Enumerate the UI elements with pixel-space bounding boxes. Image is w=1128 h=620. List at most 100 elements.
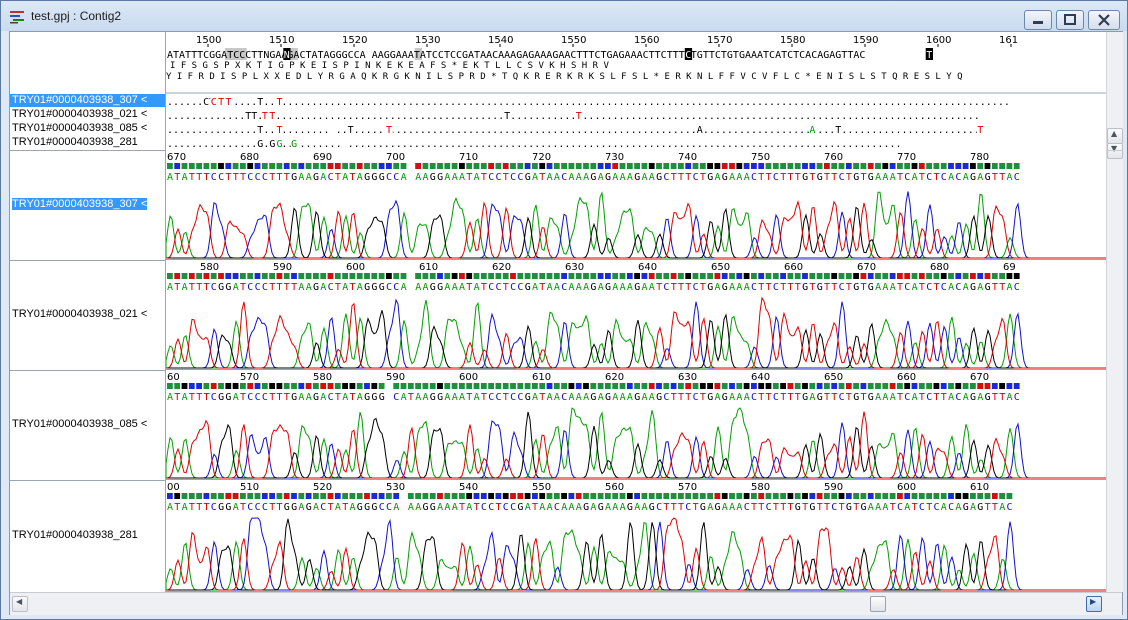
trace-curve-a (166, 407, 1106, 479)
read-row[interactable]: .............TT.........................… (166, 108, 1106, 122)
base-call: T (912, 502, 918, 513)
minimize-button[interactable] (1024, 10, 1052, 30)
trace-label[interactable]: TRY01#0000403938_307 < (10, 198, 165, 210)
quality-bar (459, 163, 465, 169)
quality-bar (247, 163, 254, 169)
chromatogram-trace[interactable]: 00 510 520 530 540 550 560 570 580 590 600 610A T A T T… (166, 480, 1106, 592)
quality-bar (721, 383, 728, 389)
quality-bar (510, 273, 516, 279)
base-call: T (934, 282, 940, 293)
consensus-highlight-base: N (284, 50, 290, 61)
maximize-button[interactable] (1056, 10, 1084, 30)
consensus-sequence[interactable]: ATATTTCGGATCCCTTNGAAGACTATAGGGCCA AAGGAA… (167, 50, 865, 61)
vertical-scrollbar[interactable]: ▲ ▼ (1106, 32, 1123, 592)
quality-bar (590, 383, 597, 389)
quality-bar (320, 493, 327, 499)
quality-bar (444, 493, 451, 499)
quality-bar (386, 273, 392, 279)
chromatogram-trace[interactable]: 670 680 690 700 710 720 730 740 750 760 770 780A T A T… (166, 150, 1106, 260)
read-row-label[interactable]: TRY01#0000403938_021 < (10, 108, 165, 121)
base-call: A (875, 502, 881, 513)
read-row-label[interactable]: TRY01#0000403938_085 < (10, 122, 165, 135)
base-call: T (240, 282, 246, 293)
read-row[interactable]: ...............G.G........... ..........… (166, 136, 1106, 150)
quality-bar (313, 383, 319, 389)
quality-bar (911, 383, 918, 389)
base-call: C (934, 502, 940, 513)
base-call: G (802, 282, 808, 293)
quality-bar (298, 273, 305, 279)
base-call: A (890, 392, 896, 403)
base-call: T (269, 172, 275, 183)
chromatogram-trace[interactable]: 580 590 600 610 620 630 640 650 660 670 680 69A T A T T… (166, 260, 1106, 370)
trace-ruler-label: 590 (273, 262, 292, 273)
close-button[interactable] (1088, 10, 1120, 30)
quality-bar (473, 383, 480, 389)
base-call: T (788, 172, 794, 183)
base-call: T (839, 502, 845, 513)
quality-bar (181, 163, 188, 169)
read-row[interactable]: ......CTT......T........................… (166, 94, 1106, 108)
base-call: T (897, 282, 903, 293)
quality-bar (911, 273, 918, 279)
base-call: C (663, 392, 669, 403)
quality-bar (334, 163, 341, 169)
base-call: A (1007, 172, 1013, 183)
alignment-pane[interactable]: 1500 1510 1520 1530 1540 1550 1560 1570 1580 1590… (166, 32, 1106, 592)
read-row[interactable]: ...............T........... ..T.........… (166, 122, 1106, 136)
scroll-down-button[interactable]: ▼ (1107, 143, 1123, 159)
base-call: T (671, 282, 677, 293)
base-call: A (233, 282, 239, 293)
scroll-right-button[interactable]: ▶ (1086, 596, 1102, 612)
base-call: T (269, 282, 275, 293)
base-call: C (517, 172, 523, 183)
read-row-label[interactable]: TRY01#0000403938_281 (10, 136, 165, 149)
quality-bar (546, 163, 553, 169)
trace-label[interactable]: TRY01#0000403938_281 (10, 529, 165, 541)
quality-bar (546, 273, 553, 279)
base-call: A (474, 282, 480, 293)
scroll-thumb[interactable] (870, 596, 886, 612)
quality-bar (721, 493, 728, 499)
quality-bar (605, 493, 611, 499)
trace-label-text: TRY01#0000403938_085 < (12, 418, 148, 430)
trace-label[interactable]: TRY01#0000403938_085 < (10, 418, 165, 430)
horizontal-scrollbar[interactable]: ◀ ▶ (10, 592, 1122, 615)
consensus-area[interactable]: 1500 1510 1520 1530 1540 1550 1560 1570 1580 1590… (166, 32, 1106, 94)
base-call: T (225, 172, 231, 183)
mismatch-base: A (809, 125, 815, 136)
quality-bar (882, 383, 889, 389)
scroll-up-button[interactable]: ▲ (1107, 128, 1123, 144)
base-call: T (284, 282, 290, 293)
base-call: T (999, 392, 1005, 403)
quality-bar (889, 493, 896, 499)
quality-bar (495, 273, 502, 279)
trace-ruler-label: 610 (419, 262, 438, 273)
quality-bar (218, 383, 224, 389)
base-call: G (379, 172, 385, 183)
trace-label[interactable]: TRY01#0000403938_021 < (10, 308, 165, 320)
quality-bar (634, 493, 640, 499)
read-row-label[interactable]: TRY01#0000403938_307 < (10, 94, 165, 107)
base-call: T (408, 392, 414, 403)
base-call: C (488, 282, 494, 293)
quality-bar (656, 383, 662, 389)
scroll-left-button[interactable]: ◀ (12, 596, 28, 612)
base-call: C (247, 502, 253, 513)
base-call: C (320, 502, 326, 513)
quality-bar (203, 383, 210, 389)
title-bar[interactable]: test.gpj : Contig2 (1, 1, 1127, 31)
base-call: T (773, 502, 779, 513)
base-call: G (868, 282, 874, 293)
chromatogram-trace[interactable]: 60 570 580 590 600 610 620 630 640 650 660 670A T A T T… (166, 370, 1106, 480)
quality-bar (991, 383, 998, 389)
quality-bar (802, 493, 808, 499)
quality-bar (897, 163, 903, 169)
base-call: T (941, 392, 947, 403)
quality-bar (298, 383, 305, 389)
quality-bar (240, 273, 246, 279)
quality-bar (342, 163, 348, 169)
base-call: C (255, 502, 261, 513)
base-call: G (525, 172, 531, 183)
quality-bar (437, 273, 443, 279)
